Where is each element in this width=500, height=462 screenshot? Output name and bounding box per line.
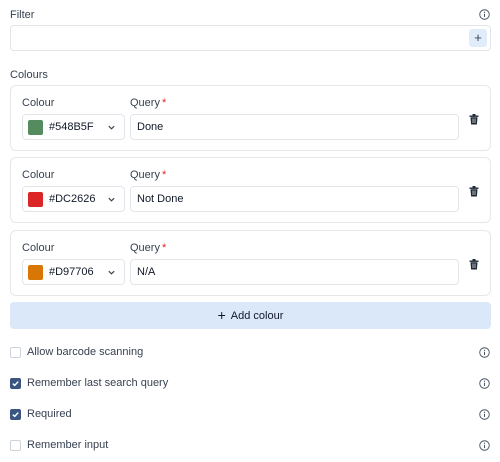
colour-heading: Colour <box>22 169 55 181</box>
check-icon <box>12 381 19 387</box>
add-colour-label: Add colour <box>230 310 284 322</box>
option-required: Required <box>10 408 490 423</box>
plus-icon: + <box>217 307 226 323</box>
trash-icon[interactable] <box>469 259 479 270</box>
info-circle-icon[interactable] <box>479 378 490 389</box>
colour-select[interactable]: #548B5F <box>22 114 125 140</box>
info-circle-icon[interactable] <box>479 440 490 451</box>
colour-swatch <box>28 192 43 207</box>
info-circle-icon[interactable] <box>479 409 490 420</box>
colour-select[interactable]: #DC2626 <box>22 186 125 212</box>
colour-heading: Colour <box>22 242 55 254</box>
required-marker: * <box>161 242 167 254</box>
colour-rule-card: Colour Query * #D97706 N/A <box>10 230 491 296</box>
option-label: Allow barcode scanning <box>27 346 144 358</box>
filter-input[interactable]: + <box>10 25 491 51</box>
checkbox[interactable] <box>10 440 21 451</box>
query-input[interactable]: Done <box>130 114 459 140</box>
option-label: Remember last search query <box>27 377 169 389</box>
colour-swatch <box>28 120 43 135</box>
chevron-down-icon <box>108 125 115 130</box>
colour-hex-value: #DC2626 <box>49 193 96 205</box>
colours-label: Colours <box>10 69 48 81</box>
colour-rule-card: Colour Query * #548B5F Done <box>10 85 491 151</box>
trash-icon[interactable] <box>469 114 479 125</box>
colour-hex-value: #548B5F <box>49 121 94 133</box>
chevron-down-icon <box>108 270 115 275</box>
colour-swatch <box>28 265 43 280</box>
checkbox[interactable] <box>10 409 21 420</box>
info-circle-icon[interactable] <box>479 347 490 358</box>
option-label: Remember input <box>27 439 109 451</box>
query-input[interactable]: Not Done <box>130 186 459 212</box>
add-colour-button[interactable]: + Add colour <box>10 302 491 329</box>
option-remember-last-search-query: Remember last search query <box>10 377 490 392</box>
chevron-down-icon <box>108 197 115 202</box>
query-input[interactable]: N/A <box>130 259 459 285</box>
colour-select[interactable]: #D97706 <box>22 259 125 285</box>
option-remember-input: Remember input <box>10 439 490 454</box>
query-heading: Query * <box>130 97 167 109</box>
option-label: Required <box>27 408 72 420</box>
required-marker: * <box>161 169 167 181</box>
colour-hex-value: #D97706 <box>49 266 94 278</box>
option-allow-barcode-scanning: Allow barcode scanning <box>10 346 490 361</box>
checkbox[interactable] <box>10 378 21 389</box>
required-marker: * <box>161 97 167 109</box>
trash-icon[interactable] <box>469 186 479 197</box>
query-heading: Query * <box>130 242 167 254</box>
checkbox[interactable] <box>10 347 21 358</box>
colour-heading: Colour <box>22 97 55 109</box>
filter-label: Filter <box>10 9 35 21</box>
colour-rule-card: Colour Query * #DC2626 Not Done <box>10 157 491 223</box>
info-circle-icon[interactable] <box>479 9 490 20</box>
query-heading: Query * <box>130 169 167 181</box>
filter-add-button[interactable]: + <box>469 29 487 47</box>
check-icon <box>12 412 19 418</box>
